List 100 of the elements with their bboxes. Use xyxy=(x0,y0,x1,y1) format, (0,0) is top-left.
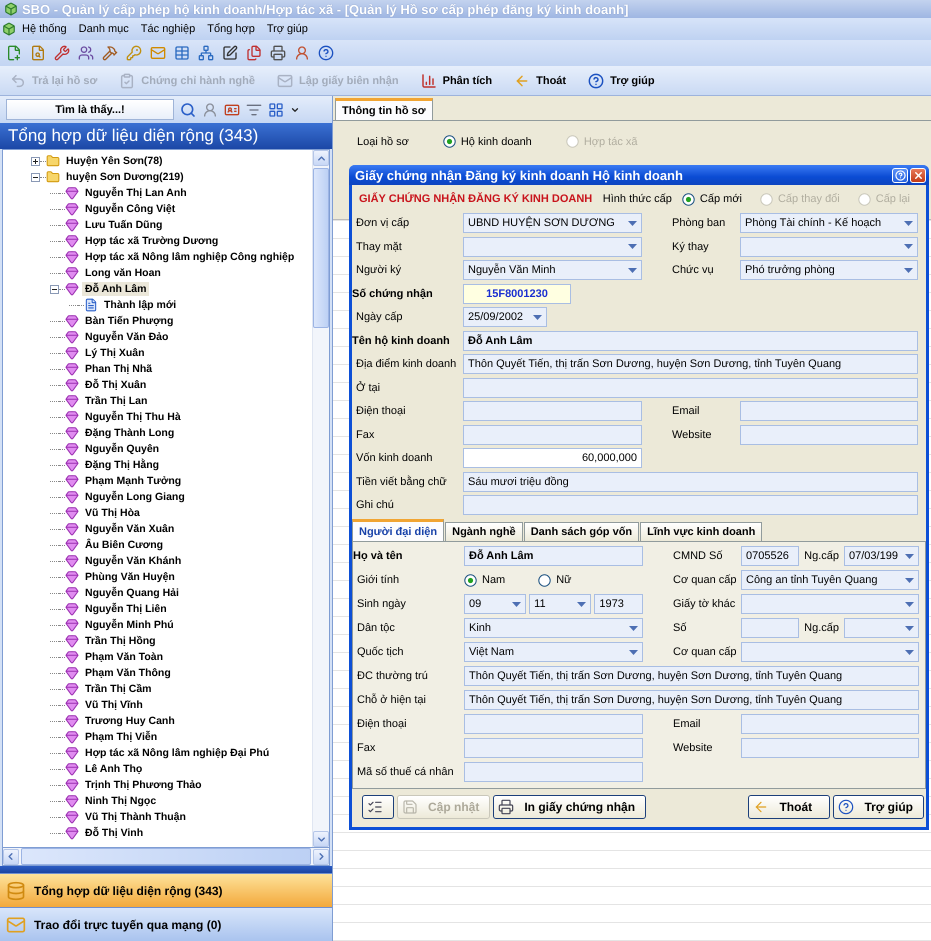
tree-item[interactable]: Phùng Văn Huyện xyxy=(82,570,178,584)
id-card-icon[interactable] xyxy=(224,102,240,118)
tree-item[interactable]: Lê Anh Thọ xyxy=(82,762,146,776)
collapse-icon[interactable] xyxy=(31,172,40,182)
tree-item[interactable]: Nguyễn Văn Xuân xyxy=(82,522,178,536)
tree-item[interactable]: Lưu Tuấn Dũng xyxy=(82,218,166,232)
tree-item[interactable]: Trần Thị Cầm xyxy=(82,682,155,696)
dropdown[interactable]: 07/03/199 xyxy=(844,546,919,566)
user-icon[interactable] xyxy=(202,102,218,118)
tree-item[interactable]: Nguyễn Minh Phú xyxy=(82,618,177,632)
tree-item[interactable]: Phan Thị Nhã xyxy=(82,362,156,376)
edit-icon[interactable] xyxy=(222,45,238,61)
text-field[interactable]: Đỗ Anh Lâm xyxy=(464,546,643,566)
tree-item[interactable]: Nguyễn Thị Lan Anh xyxy=(82,186,190,200)
search-icon[interactable] xyxy=(180,102,196,118)
amount-field[interactable]: 60,000,000 xyxy=(463,448,642,468)
tree-item[interactable]: Trần Thị Hồng xyxy=(82,634,159,648)
toolbar-button[interactable]: Phân tích xyxy=(416,68,496,92)
toolbar-button[interactable]: Thoát xyxy=(510,68,570,92)
tree-item[interactable]: Long văn Hoan xyxy=(82,266,164,280)
text-field[interactable]: 0705526 xyxy=(741,546,800,566)
radio-button[interactable]: Cấp mới xyxy=(682,192,742,206)
file-search-icon[interactable] xyxy=(30,45,46,61)
tab[interactable]: Thông tin hồ sơ xyxy=(335,98,433,120)
expand-icon[interactable] xyxy=(31,156,40,166)
nav-button[interactable]: Trao đổi trực tuyến qua mạng (0) xyxy=(0,907,332,941)
text-field[interactable] xyxy=(463,495,918,515)
tree-item[interactable]: Đỗ Thị Xuân xyxy=(82,378,150,392)
dropdown[interactable]: 11 xyxy=(529,594,592,614)
scroll-left-button[interactable] xyxy=(3,848,19,864)
tree-item[interactable]: Phạm Văn Toàn xyxy=(82,650,166,664)
menu-item[interactable]: Hệ thống xyxy=(16,19,73,39)
network-icon[interactable] xyxy=(198,45,214,61)
tree-item[interactable]: Nguyễn Thị Liên xyxy=(82,602,170,616)
tree-item[interactable]: Ninh Thị Ngọc xyxy=(82,794,160,808)
tree-item[interactable]: Vũ Thị Hòa xyxy=(82,506,143,520)
text-field[interactable] xyxy=(463,401,642,421)
nav-button[interactable]: Tổng hợp dữ liệu diện rộng (343) xyxy=(0,873,332,907)
dialog-button[interactable]: Trợ giúp xyxy=(833,795,924,819)
tree-item[interactable]: Nguyễn Quyên xyxy=(82,442,162,456)
tab[interactable]: Lĩnh vực kinh doanh xyxy=(640,522,762,541)
radio-button[interactable]: Nam xyxy=(464,574,506,586)
text-field[interactable]: Sáu mươi triệu đồng xyxy=(463,472,918,492)
toolbar-button[interactable]: Trợ giúp xyxy=(584,68,659,92)
tree-item[interactable]: Nguyễn Công Việt xyxy=(82,202,178,216)
tree-item[interactable]: Đỗ Thị Vinh xyxy=(82,826,146,840)
menu-item[interactable]: Tổng hợp xyxy=(201,19,261,39)
text-field[interactable]: Thôn Quyết Tiến, thị trấn Sơn Dương, huyện Sơn Dương, tỉnh Tuyên Quang xyxy=(463,354,918,374)
tree-item[interactable]: Phạm Thị Viễn xyxy=(82,730,160,744)
file-plus-icon[interactable] xyxy=(6,45,22,61)
tree-item[interactable]: Nguyễn Quang Hải xyxy=(82,586,182,600)
help-icon[interactable] xyxy=(318,45,334,61)
dropdown[interactable]: Kinh xyxy=(464,618,643,638)
scroll-up-button[interactable] xyxy=(313,150,329,166)
text-field[interactable] xyxy=(740,401,918,421)
tree-item[interactable]: Hợp tác xã Nông lâm nghiệp Công nghiệp xyxy=(82,250,298,264)
menu-item[interactable]: Tác nghiệp xyxy=(134,19,202,39)
tree-item[interactable]: Huyện Yên Sơn(78) xyxy=(63,154,166,168)
wrench-icon[interactable] xyxy=(54,45,70,61)
tree-item[interactable]: Đỗ Anh Lâm xyxy=(82,282,150,296)
tree-item[interactable]: Đặng Thị Hằng xyxy=(82,458,162,472)
tab[interactable]: Người đại diện xyxy=(352,519,444,541)
tab[interactable]: Ngành nghề xyxy=(445,522,523,541)
tree-item[interactable]: Hợp tác xã Nông lâm nghiệp Đại Phú xyxy=(82,746,272,760)
grid-icon[interactable] xyxy=(268,102,284,118)
dropdown[interactable]: Phó trưởng phòng xyxy=(740,260,918,280)
user-icon[interactable] xyxy=(294,45,310,61)
tree-item[interactable]: Nguyễn Thị Thu Hà xyxy=(82,410,184,424)
tree-item[interactable]: huyện Sơn Dương(219) xyxy=(63,170,187,184)
dropdown[interactable]: 25/09/2002 xyxy=(463,307,547,327)
tab[interactable]: Danh sách góp vốn xyxy=(524,522,640,541)
scroll-right-button[interactable] xyxy=(313,848,330,864)
list-button[interactable] xyxy=(362,795,394,819)
text-field[interactable] xyxy=(741,714,919,734)
text-field[interactable] xyxy=(741,738,919,758)
text-field[interactable] xyxy=(740,424,918,444)
hammer-icon[interactable] xyxy=(102,45,118,61)
scrollbar-thumb[interactable] xyxy=(20,848,312,865)
text-field[interactable] xyxy=(463,424,642,444)
search-button[interactable]: Tìm là thấy...! xyxy=(6,99,174,120)
text-field[interactable]: Thôn Quyết Tiến, thị trấn Sơn Dương, huyện Sơn Dương, tỉnh Tuyên Quang xyxy=(464,690,919,710)
certificate-number-field[interactable]: 15F8001230 xyxy=(463,284,571,304)
text-field[interactable] xyxy=(464,762,643,782)
tree-item[interactable]: Lý Thị Xuân xyxy=(82,346,148,360)
tree-item[interactable]: Hợp tác xã Trường Dương xyxy=(82,234,222,248)
documents-icon[interactable] xyxy=(246,45,262,61)
text-field[interactable] xyxy=(464,714,643,734)
radio-button[interactable]: Hộ kinh doanh xyxy=(442,135,532,148)
dropdown[interactable]: 09 xyxy=(464,594,526,614)
key-icon[interactable] xyxy=(126,45,142,61)
tree-item[interactable]: Đặng Thành Long xyxy=(82,426,178,440)
dropdown[interactable]: Nguyễn Văn Minh xyxy=(463,260,642,280)
text-field[interactable]: 1973 xyxy=(594,594,643,614)
collapse-icon[interactable] xyxy=(50,284,59,294)
tree-item[interactable]: Trịnh Thị Phương Thảo xyxy=(82,778,205,792)
text-field[interactable] xyxy=(741,618,800,638)
dialog-button[interactable]: In giấy chứng nhận xyxy=(493,795,646,819)
scrollbar-thumb[interactable] xyxy=(313,168,329,328)
menu-item[interactable]: Trợ giúp xyxy=(260,19,314,39)
tree-item[interactable]: Trương Huy Canh xyxy=(82,714,178,728)
